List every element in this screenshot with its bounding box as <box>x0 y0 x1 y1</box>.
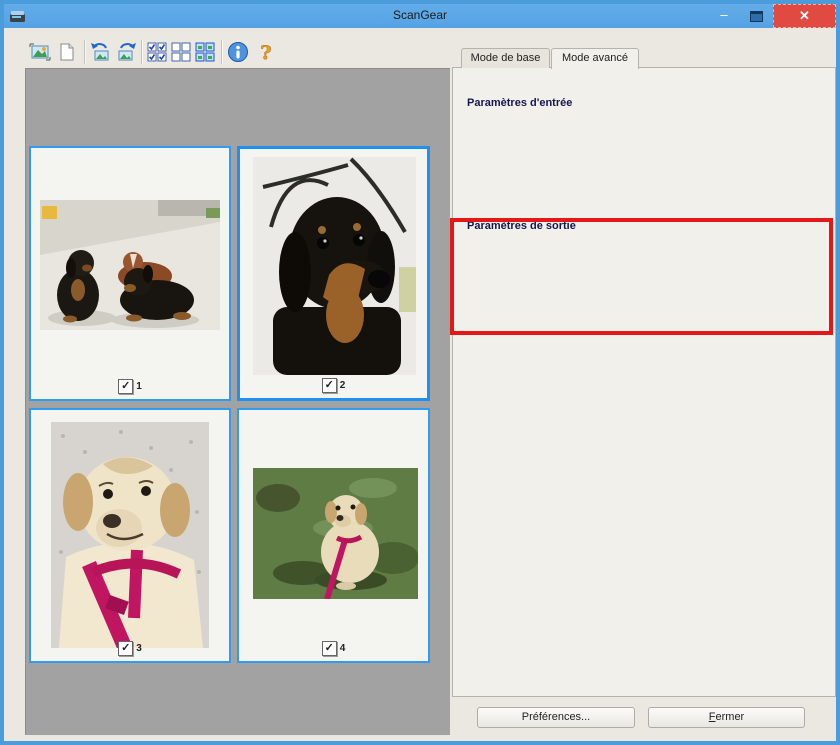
frame-2-caption: ✓ 2 <box>240 378 427 393</box>
thumbnail-view-icon[interactable] <box>28 39 54 65</box>
input-settings-title: Paramètres d'entrée <box>464 97 576 109</box>
preferences-button[interactable]: Préférences... <box>477 707 635 728</box>
tab-mode-de-base[interactable]: Mode de base <box>461 48 550 68</box>
svg-text:?: ? <box>260 42 271 63</box>
frame-1-checkbox[interactable]: ✓ <box>118 379 134 394</box>
rotate-left-icon[interactable] <box>88 39 114 65</box>
preview-frame-4[interactable]: ✓ 4 <box>237 408 430 663</box>
maximize-icon <box>749 11 763 22</box>
frame-1-caption: ✓ 1 <box>31 379 229 394</box>
frame-1-number: 1 <box>136 381 142 392</box>
checkmark-icon: ✓ <box>121 642 131 654</box>
close-button[interactable]: ✕ <box>773 4 836 28</box>
checkmark-icon: ✓ <box>324 642 334 654</box>
frame-4-caption: ✓ 4 <box>239 641 428 656</box>
rotate-right-icon[interactable] <box>115 39 141 65</box>
photo-dachshund-closeup <box>253 157 416 375</box>
checkmark-icon: ✓ <box>324 379 334 391</box>
title-bar: ScanGear – ✕ <box>4 4 836 28</box>
minimize-button[interactable]: – <box>709 4 739 28</box>
select-all-frames-icon[interactable] <box>193 39 219 65</box>
close-icon: ✕ <box>799 8 810 23</box>
whole-image-view-icon[interactable] <box>55 39 81 65</box>
photo-labrador-portrait <box>51 422 209 648</box>
tab-mode-avance[interactable]: Mode avancé <box>551 48 639 69</box>
close-dialog-button[interactable]: Fermer <box>648 707 805 728</box>
close-button-label: ermer <box>715 711 745 723</box>
maximize-button[interactable] <box>741 4 771 28</box>
toolbar-separator <box>141 40 142 64</box>
frame-2-checkbox[interactable]: ✓ <box>321 378 337 393</box>
photo-labrador-on-grass <box>253 468 418 599</box>
preview-area: ✓ 1 ✓ 2 ✓ 3 ✓ 4 <box>25 68 450 735</box>
toolbar-separator <box>221 40 222 64</box>
frame-3-checkbox[interactable]: ✓ <box>118 641 134 656</box>
toolbar-separator <box>84 40 85 64</box>
frame-4-checkbox[interactable]: ✓ <box>321 641 337 656</box>
minimize-icon: – <box>720 7 728 22</box>
uncheck-all-frames-icon[interactable] <box>169 39 195 65</box>
help-icon[interactable]: ? <box>254 39 280 65</box>
advanced-mode-tab-page <box>452 67 836 697</box>
frame-4-number: 4 <box>339 643 346 654</box>
info-icon[interactable] <box>226 39 252 65</box>
output-settings-title: Paramètres de sortie <box>464 220 579 232</box>
preview-frame-3[interactable]: ✓ 3 <box>29 408 231 663</box>
checkmark-icon: ✓ <box>121 380 131 392</box>
photo-two-dachshunds <box>40 200 220 330</box>
preview-frame-2[interactable]: ✓ 2 <box>237 146 430 401</box>
scangear-window: ScanGear – ✕ ? ✓ 1 ✓ 2 ✓ 3 ✓ 4 Mode de b… <box>0 0 840 745</box>
frame-3-caption: ✓ 3 <box>31 641 229 656</box>
preview-frame-1[interactable]: ✓ 1 <box>29 146 231 401</box>
check-all-frames-icon[interactable] <box>145 39 171 65</box>
frame-3-number: 3 <box>136 643 142 654</box>
frame-2-number: 2 <box>339 380 346 391</box>
tab-label: Mode avancé <box>561 52 629 64</box>
close-button-accesskey: F <box>708 711 716 723</box>
tab-label: Mode de base <box>470 52 541 64</box>
preferences-button-label: Préférences... <box>521 711 591 723</box>
